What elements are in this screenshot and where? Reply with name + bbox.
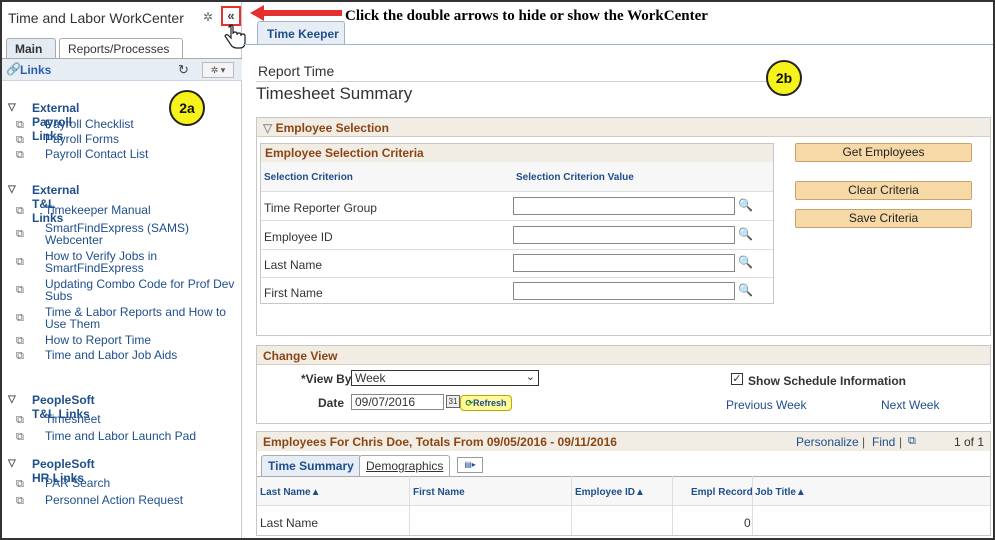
- criteria-row: First Name 🔍: [264, 282, 753, 300]
- show-schedule-label: Show Schedule Information: [748, 374, 907, 388]
- grid-header-row: Last Name▲ First Name Employee ID▲ Empl …: [257, 476, 990, 506]
- column-divider: [672, 476, 673, 535]
- show-schedule-checkbox[interactable]: ✓: [731, 373, 743, 385]
- column-divider: [571, 476, 572, 535]
- col-empl-record[interactable]: Empl Record: [691, 487, 753, 498]
- pager: 1 of 1: [954, 435, 985, 449]
- col-last-name[interactable]: Last Name▲: [260, 487, 320, 498]
- external-link-icon: ⧉: [16, 495, 24, 507]
- gear-icon[interactable]: ✲: [203, 10, 213, 24]
- tab-reports-processes[interactable]: Reports/Processes: [59, 38, 183, 59]
- previous-week-link[interactable]: Previous Week: [726, 398, 806, 412]
- page-title: Timesheet Summary: [256, 84, 413, 103]
- view-by-label: *View By: [301, 372, 352, 386]
- external-link-icon: ⧉: [16, 335, 24, 347]
- external-link-icon: ⧉: [16, 119, 24, 131]
- links-icon: 🔗: [6, 62, 21, 76]
- collapse-triangle-icon: ▽: [8, 458, 16, 469]
- tab-time-summary[interactable]: Time Summary: [261, 455, 361, 476]
- collapse-triangle-icon: ▽: [8, 394, 16, 405]
- personalize-link[interactable]: Personalize: [796, 435, 859, 449]
- external-link-icon: ⧉: [16, 431, 24, 443]
- find-link[interactable]: Find: [872, 435, 895, 449]
- employee-id-input[interactable]: [513, 226, 735, 244]
- external-link-icon: ⧉: [16, 414, 24, 426]
- search-icon[interactable]: 🔍: [738, 227, 753, 241]
- col-job-title[interactable]: Job Title▲: [755, 487, 806, 498]
- collapse-triangle-icon: ▽: [8, 184, 16, 195]
- title-divider: [256, 81, 791, 82]
- external-link-icon: ⧉: [16, 312, 24, 324]
- criteria-title: Employee Selection Criteria: [261, 144, 773, 162]
- external-link-icon: ⧉: [16, 478, 24, 490]
- external-link-icon: ⧉: [16, 284, 24, 296]
- save-criteria-button[interactable]: Save Criteria: [795, 209, 972, 228]
- collapse-triangle-icon: ▽: [263, 121, 276, 135]
- first-name-input[interactable]: [513, 282, 735, 300]
- hand-cursor-icon: [224, 24, 246, 49]
- tab-divider: [243, 44, 993, 45]
- tab-main[interactable]: Main: [6, 38, 56, 59]
- cell-last-name: Last Name: [260, 516, 319, 530]
- red-arrow-annotation: [250, 5, 342, 21]
- tab-time-keeper[interactable]: Time Keeper: [257, 21, 345, 44]
- col-employee-id[interactable]: Employee ID▲: [575, 487, 645, 498]
- workcenter-title: Time and Labor WorkCenter: [8, 10, 184, 26]
- links-title: Links: [20, 63, 52, 77]
- search-icon[interactable]: 🔍: [738, 198, 753, 212]
- col-selection-criterion: Selection Criterion: [261, 162, 513, 192]
- chevron-down-icon: ⌄: [525, 371, 535, 383]
- employees-grid: Employees For Chris Doe, Totals From 09/…: [256, 431, 991, 536]
- change-view-header: Change View: [257, 346, 990, 365]
- links-options-button[interactable]: ✲ ▾: [202, 62, 234, 78]
- annotation-note: Click the double arrows to hide or show …: [345, 8, 708, 24]
- callout-badge-2b: 2b: [766, 60, 802, 96]
- view-by-select[interactable]: Week ⌄: [351, 370, 539, 386]
- refresh-icon[interactable]: ↻: [178, 62, 189, 78]
- criteria-row: Employee ID 🔍: [261, 222, 773, 250]
- col-first-name[interactable]: First Name: [413, 487, 465, 498]
- column-divider: [752, 476, 753, 535]
- employee-selection-header[interactable]: ▽ Employee Selection: [257, 118, 990, 137]
- time-reporter-group-input[interactable]: [513, 197, 735, 215]
- table-row: Last Name 0: [257, 507, 990, 535]
- date-input[interactable]: 09/07/2016: [351, 394, 444, 410]
- calendar-icon[interactable]: 31: [446, 395, 460, 408]
- next-week-link[interactable]: Next Week: [881, 398, 939, 412]
- cell-empl-record: 0: [744, 516, 751, 530]
- tab-demographics[interactable]: Demographics: [359, 455, 451, 476]
- selection-criteria-box: Employee Selection Criteria Selection Cr…: [260, 143, 774, 304]
- search-icon[interactable]: 🔍: [738, 283, 753, 297]
- view-all-icon[interactable]: ⧉: [908, 435, 916, 448]
- get-employees-button[interactable]: Get Employees: [795, 143, 972, 162]
- criteria-row: Last Name 🔍: [261, 250, 773, 278]
- column-divider: [409, 476, 410, 535]
- external-link-icon: ⧉: [16, 228, 24, 240]
- links-header: 🔗 Links ↻ ✲ ▾: [2, 59, 242, 81]
- collapse-triangle-icon: ▽: [8, 102, 16, 113]
- external-link-icon: ⧉: [16, 256, 24, 268]
- col-selection-value: Selection Criterion Value: [513, 162, 773, 192]
- clear-criteria-button[interactable]: Clear Criteria: [795, 181, 972, 200]
- refresh-button[interactable]: ⟳Refresh: [460, 395, 512, 411]
- external-link-icon: ⧉: [16, 134, 24, 146]
- workcenter-panel: Time and Labor WorkCenter ✲ « Main Repor…: [2, 2, 246, 538]
- separator: |: [862, 435, 866, 449]
- external-link-icon: ⧉: [16, 205, 24, 217]
- report-time-label: Report Time: [258, 63, 335, 79]
- criteria-row: Time Reporter Group 🔍: [261, 193, 773, 221]
- search-icon[interactable]: 🔍: [738, 255, 753, 269]
- external-link-icon: ⧉: [16, 149, 24, 161]
- external-link-icon: ⧉: [16, 350, 24, 362]
- date-label: Date: [318, 396, 345, 410]
- separator: |: [899, 435, 903, 449]
- show-all-columns-icon[interactable]: ▤▸: [457, 457, 483, 473]
- refresh-icon: ⟳: [465, 398, 474, 408]
- last-name-input[interactable]: [513, 254, 735, 272]
